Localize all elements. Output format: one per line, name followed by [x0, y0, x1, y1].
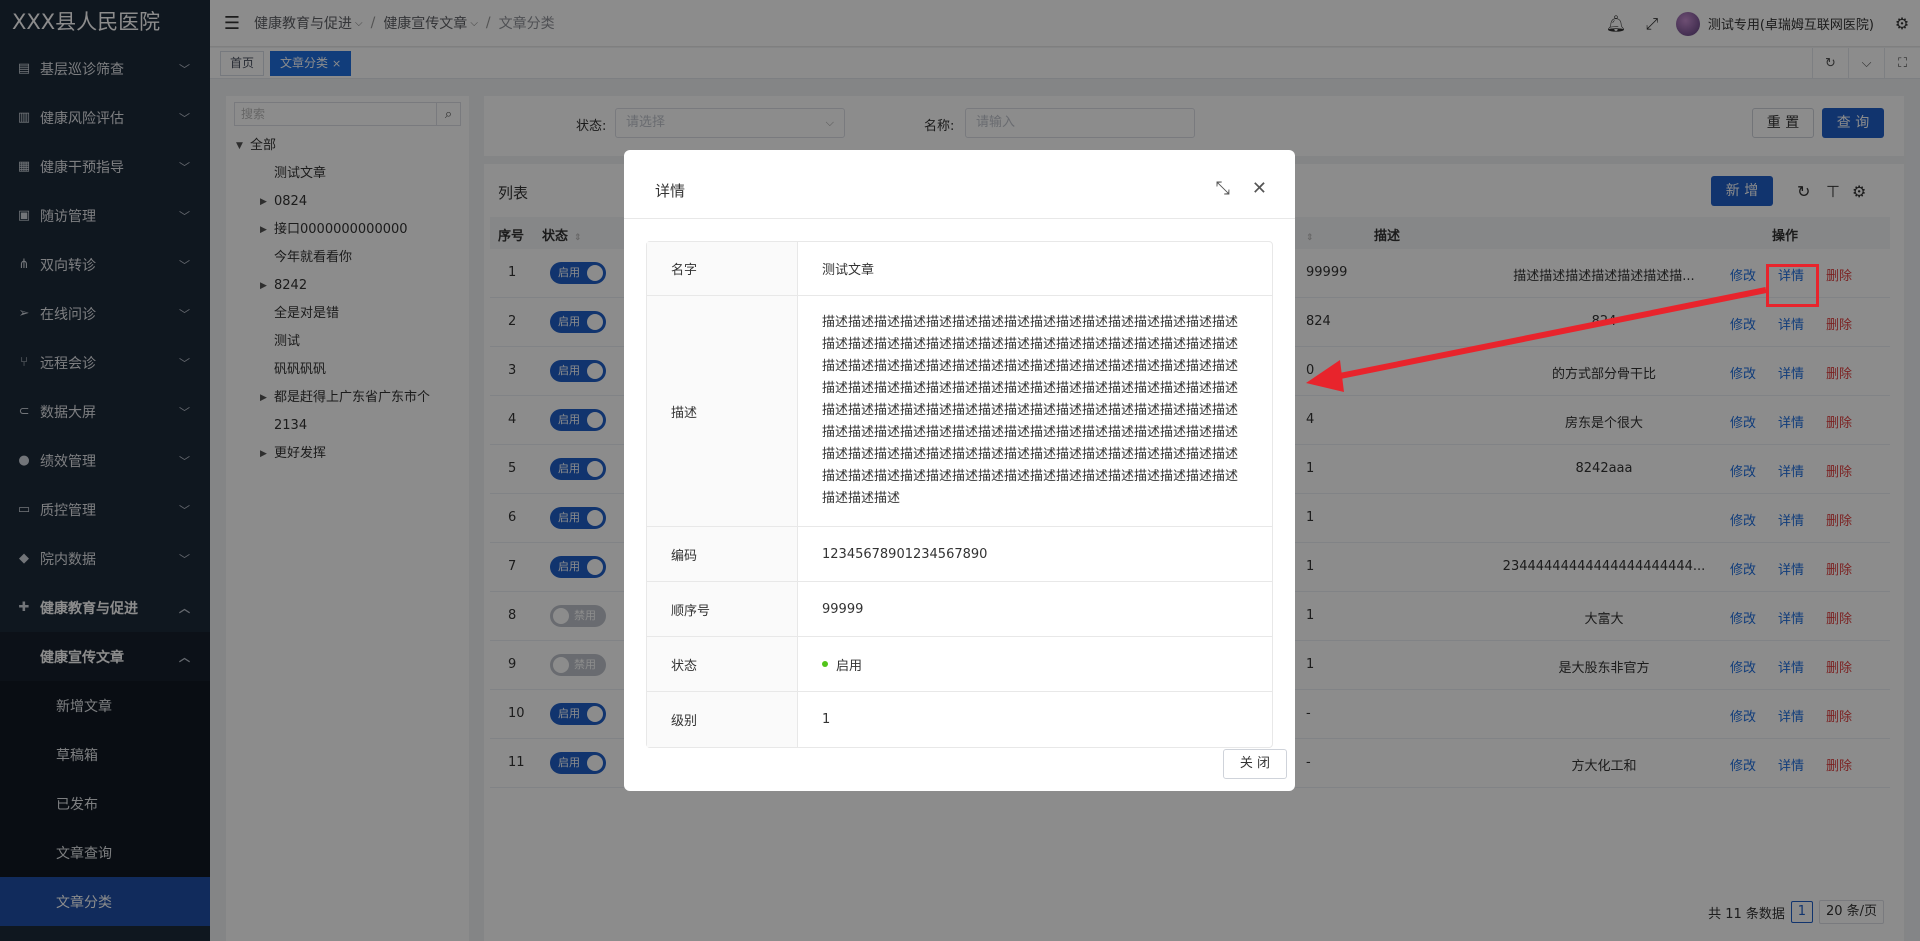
annotation-arrow-line: [1329, 287, 1767, 381]
annotation-arrow-head: [1306, 360, 1344, 392]
annotation-arrow: [1306, 287, 1767, 392]
